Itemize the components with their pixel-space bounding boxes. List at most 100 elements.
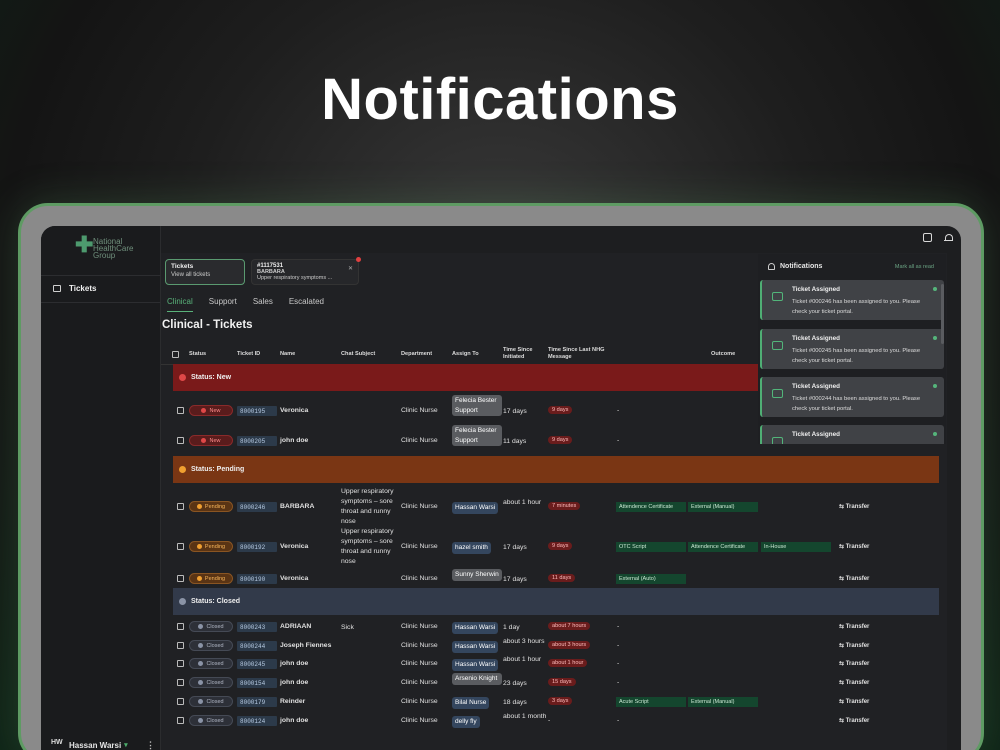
time-last-badge: about 7 hours bbox=[548, 622, 591, 630]
transfer-button[interactable]: ⇆ Transfer bbox=[839, 575, 869, 582]
nhg-logo: ✚ National HealthCare Group bbox=[75, 234, 135, 260]
ticket-id[interactable]: 8000245 bbox=[237, 659, 277, 669]
assignee-badge[interactable]: delly fly bbox=[452, 716, 480, 728]
assignee-badge[interactable]: Bilal Nurse bbox=[452, 697, 490, 709]
sidebar-item-label: Tickets bbox=[69, 284, 97, 293]
notification-card[interactable]: Ticket Assigned Ticket #000245 has been a… bbox=[760, 329, 944, 369]
time-last-badge: 9 days bbox=[548, 406, 573, 414]
row-checkbox[interactable] bbox=[177, 543, 184, 550]
assignee-badge[interactable]: Felecia Bester Support bbox=[452, 395, 502, 416]
transfer-label: Transfer bbox=[845, 544, 870, 550]
patient-name: BARBARA bbox=[280, 503, 315, 510]
tab-sales[interactable]: Sales bbox=[253, 297, 273, 312]
time-last-badge: about 1 hour bbox=[548, 659, 588, 667]
assignee-badge[interactable]: hazel smith bbox=[452, 542, 491, 554]
ticket-id[interactable]: 8000246 bbox=[237, 502, 277, 512]
ticket-id[interactable]: 8000179 bbox=[237, 697, 277, 707]
status-dot-icon bbox=[201, 408, 207, 413]
notification-card[interactable]: Ticket Assigned Ticket #000246 has been a… bbox=[760, 280, 944, 320]
ticket-id[interactable]: 8000124 bbox=[237, 716, 277, 726]
ticket-id[interactable]: 8000192 bbox=[237, 542, 277, 552]
time-initiated: 18 days bbox=[503, 699, 527, 706]
assignee-badge[interactable]: Hassan Warsi bbox=[452, 502, 499, 514]
transfer-button[interactable]: ⇆ Transfer bbox=[839, 679, 869, 686]
patient-name: Veronica bbox=[280, 575, 309, 582]
row-checkbox[interactable] bbox=[177, 642, 184, 649]
status-dot-icon bbox=[179, 598, 186, 605]
subtabs: Clinical Support Sales Escalated bbox=[167, 297, 324, 312]
notification-card[interactable]: Ticket Assigned Ticket #000244 has been a… bbox=[760, 377, 944, 417]
select-all-checkbox[interactable] bbox=[172, 351, 179, 358]
bell-icon[interactable] bbox=[944, 233, 953, 243]
status-dot-icon bbox=[198, 699, 204, 704]
transfer-button[interactable]: ⇆ Transfer bbox=[839, 623, 869, 630]
status-dot-icon bbox=[179, 374, 186, 381]
device-frame: ✚ National HealthCare Group Tickets HW H… bbox=[18, 203, 984, 750]
row-checkbox[interactable] bbox=[177, 717, 184, 724]
panel-toggle-icon[interactable] bbox=[923, 233, 932, 242]
ticket-id[interactable]: 8000154 bbox=[237, 678, 277, 688]
ticket-id[interactable]: 8000244 bbox=[237, 641, 277, 651]
status-dot-icon bbox=[196, 576, 202, 581]
assignee-badge[interactable]: Hassan Warsi bbox=[452, 622, 499, 634]
row-checkbox[interactable] bbox=[177, 660, 184, 667]
scrollbar[interactable] bbox=[941, 284, 944, 344]
unread-dot bbox=[933, 336, 937, 340]
time-last-badge: 3 days bbox=[548, 697, 573, 705]
assignee-badge[interactable]: Arsenio Knight bbox=[452, 673, 502, 685]
row-checkbox[interactable] bbox=[177, 698, 184, 705]
transfer-button[interactable]: ⇆ Transfer bbox=[839, 717, 869, 724]
status-badge: Pending bbox=[189, 573, 233, 584]
tab-chat[interactable]: #1117531 BARBARA Upper respiratory sympt… bbox=[251, 257, 361, 285]
patient-name: john doe bbox=[280, 660, 309, 667]
time-initiated: 11 days bbox=[503, 438, 527, 445]
transfer-button[interactable]: ⇆ Transfer bbox=[839, 698, 869, 705]
outcome-tag: External (Manual) bbox=[688, 502, 758, 512]
patient-name: ADRIAAN bbox=[280, 623, 312, 630]
patient-name: Veronica bbox=[280, 407, 309, 414]
status-group-closed: Status: Closed bbox=[173, 588, 939, 615]
row-checkbox[interactable] bbox=[177, 679, 184, 686]
transfer-button[interactable]: ⇆ Transfer bbox=[839, 503, 869, 510]
status-group-label: Status: New bbox=[191, 374, 232, 381]
row-checkbox[interactable] bbox=[177, 575, 184, 582]
tab-support[interactable]: Support bbox=[209, 297, 237, 312]
more-options-icon[interactable]: ⋮ bbox=[146, 740, 155, 750]
notifications-panel: Notifications Mark all as read Ticket As… bbox=[758, 254, 946, 444]
row-checkbox[interactable] bbox=[177, 623, 184, 630]
row-checkbox[interactable] bbox=[177, 437, 184, 444]
status-badge-label: Closed bbox=[206, 660, 224, 667]
assignee-badge[interactable]: Hassan Warsi bbox=[452, 659, 499, 671]
ticket-id[interactable]: 8000243 bbox=[237, 622, 277, 632]
ticket-id[interactable]: 8000205 bbox=[237, 436, 277, 446]
time-last-badge: about 3 hours bbox=[548, 641, 591, 649]
transfer-icon: ⇆ bbox=[839, 643, 846, 649]
assignee-badge[interactable]: Sunny Sherwin bbox=[452, 569, 502, 581]
notification-card[interactable]: Ticket Assigned bbox=[760, 425, 944, 444]
col-chat-subject: Chat Subject bbox=[341, 351, 376, 357]
tab-clinical[interactable]: Clinical bbox=[167, 297, 193, 312]
transfer-button[interactable]: ⇆ Transfer bbox=[839, 543, 869, 550]
bell-icon bbox=[768, 263, 775, 270]
assignee-badge[interactable]: Hassan Warsi bbox=[452, 641, 499, 653]
close-icon[interactable]: ✕ bbox=[348, 265, 353, 272]
tab-escalated[interactable]: Escalated bbox=[289, 297, 324, 312]
mark-all-read-link[interactable]: Mark all as read bbox=[895, 264, 934, 270]
row-checkbox[interactable] bbox=[177, 407, 184, 414]
notification-body: Ticket #000244 has been assigned to you.… bbox=[792, 396, 921, 412]
ticket-id[interactable]: 8000190 bbox=[237, 574, 277, 584]
time-initiated: 17 days bbox=[503, 576, 527, 583]
transfer-button[interactable]: ⇆ Transfer bbox=[839, 660, 869, 667]
time-initiated: 23 days bbox=[503, 680, 527, 687]
ticket-id[interactable]: 8000195 bbox=[237, 406, 277, 416]
transfer-label: Transfer bbox=[845, 504, 870, 510]
row-checkbox[interactable] bbox=[177, 503, 184, 510]
status-dot-icon bbox=[198, 718, 204, 723]
col-outcome: Outcome bbox=[711, 351, 736, 357]
tab-tickets[interactable]: Tickets View all tickets bbox=[165, 259, 245, 285]
assignee-badge[interactable]: Felecia Bester Support bbox=[452, 425, 502, 446]
transfer-button[interactable]: ⇆ Transfer bbox=[839, 642, 869, 649]
sidebar-item-tickets[interactable]: Tickets bbox=[53, 284, 96, 293]
transfer-label: Transfer bbox=[845, 661, 870, 667]
user-menu[interactable]: HW Hassan Warsi ▾ ⋮ bbox=[51, 739, 155, 750]
